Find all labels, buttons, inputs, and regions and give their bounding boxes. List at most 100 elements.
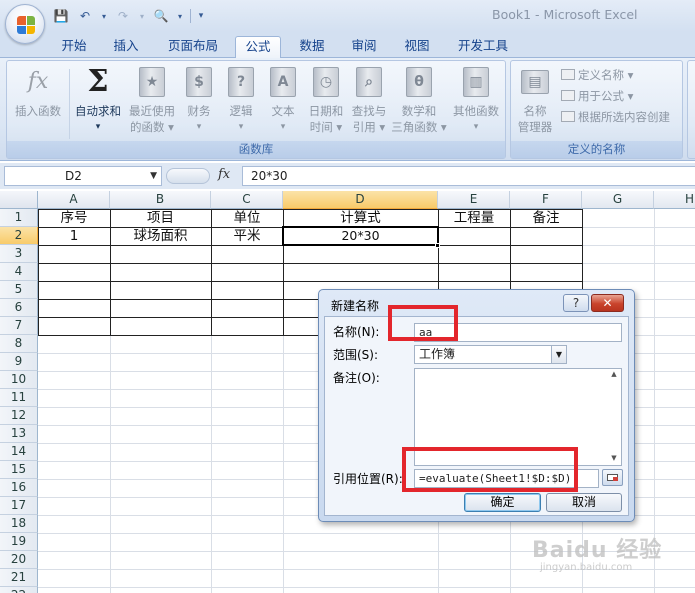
tab-developer[interactable]: 开发工具 bbox=[448, 36, 518, 58]
row-header-14[interactable]: 14 bbox=[0, 443, 38, 461]
tab-formulas[interactable]: 公式 bbox=[235, 36, 281, 58]
row-header-2[interactable]: 2 bbox=[0, 227, 38, 245]
undo-dropdown-icon[interactable]: ▾ bbox=[100, 7, 108, 25]
tab-insert[interactable]: 插入 bbox=[104, 36, 148, 58]
text-button[interactable]: A 文本 ▾ bbox=[263, 65, 303, 135]
print-preview-icon[interactable]: 🔍 bbox=[152, 7, 170, 25]
create-from-selection-button[interactable]: 根据所选内容创建 bbox=[561, 109, 670, 125]
select-all-corner[interactable] bbox=[0, 191, 38, 209]
scroll-up-icon[interactable]: ▲ bbox=[608, 370, 620, 380]
row-header-17[interactable]: 17 bbox=[0, 497, 38, 515]
insert-function-fx-button[interactable]: fx bbox=[218, 167, 230, 182]
tab-review[interactable]: 审阅 bbox=[342, 36, 386, 58]
cell-a2[interactable]: 1 bbox=[38, 227, 110, 245]
name-box[interactable]: D2 ▼ bbox=[4, 166, 162, 186]
name-box-dropdown-icon[interactable]: ▼ bbox=[150, 167, 157, 185]
cell-e1[interactable]: 工程量 bbox=[438, 209, 510, 227]
fill-handle[interactable] bbox=[435, 243, 440, 248]
group-defined-names: ▤ 名称 管理器 定义名称 ▾ 用于公式 ▾ 根据所选内容创建 定义的名称 bbox=[510, 60, 683, 159]
row-header-22[interactable]: 22 bbox=[0, 587, 38, 593]
row-header-10[interactable]: 10 bbox=[0, 371, 38, 389]
row-header-3[interactable]: 3 bbox=[0, 245, 38, 263]
row-header-21[interactable]: 21 bbox=[0, 569, 38, 587]
help-button[interactable]: ? bbox=[563, 294, 589, 312]
cell-b2[interactable]: 球场面积 bbox=[110, 227, 211, 245]
column-header-e[interactable]: E bbox=[438, 191, 510, 209]
row-header-5[interactable]: 5 bbox=[0, 281, 38, 299]
column-header-g[interactable]: G bbox=[582, 191, 654, 209]
chevron-down-icon[interactable]: ▼ bbox=[551, 346, 566, 363]
cell-f2[interactable] bbox=[510, 227, 582, 245]
name-manager-button[interactable]: ▤ 名称 管理器 bbox=[513, 65, 557, 135]
tab-page-layout[interactable]: 页面布局 bbox=[158, 36, 228, 58]
redo-icon[interactable]: ↷ bbox=[114, 7, 132, 25]
financial-book-icon: $ bbox=[186, 67, 212, 97]
cell-e2[interactable] bbox=[438, 227, 510, 245]
cell-d1[interactable]: 计算式 bbox=[283, 209, 438, 227]
undo-icon[interactable]: ↶ bbox=[76, 7, 94, 25]
cell-b1[interactable]: 项目 bbox=[110, 209, 211, 227]
row-header-15[interactable]: 15 bbox=[0, 461, 38, 479]
cancel-button[interactable]: 取消 bbox=[546, 493, 622, 512]
defined-names-label: 定义的名称 bbox=[511, 141, 682, 158]
range-select-icon-accent bbox=[613, 477, 618, 481]
highlight-refers-to-field bbox=[402, 447, 578, 492]
tab-view[interactable]: 视图 bbox=[395, 36, 439, 58]
cell-f1[interactable]: 备注 bbox=[510, 209, 582, 227]
cell-c1[interactable]: 单位 bbox=[211, 209, 283, 227]
row-header-16[interactable]: 16 bbox=[0, 479, 38, 497]
logical-button[interactable]: ? 逻辑 ▾ bbox=[221, 65, 261, 135]
financial-button[interactable]: $ 财务 ▾ bbox=[179, 65, 219, 135]
dialog-title: 新建名称 bbox=[331, 299, 380, 313]
group-separator bbox=[69, 69, 70, 139]
date-time-button[interactable]: ◷ 日期和 时间 ▾ bbox=[305, 65, 347, 135]
row-header-6[interactable]: 6 bbox=[0, 299, 38, 317]
lookup-reference-button[interactable]: ⌕ 查找与 引用 ▾ bbox=[347, 65, 391, 135]
row-header-11[interactable]: 11 bbox=[0, 389, 38, 407]
scope-select[interactable]: 工作簿 ▼ bbox=[414, 345, 567, 364]
ribbon: fx 插入函数 Σ 自动求和 ▾ ★ 最近使用 的函数 ▾ $ 财务 ▾ ? 逻… bbox=[0, 58, 695, 161]
insert-function-button[interactable]: fx 插入函数 bbox=[9, 65, 67, 119]
office-button[interactable] bbox=[5, 4, 45, 44]
cell-c2[interactable]: 平米 bbox=[211, 227, 283, 245]
recently-used-button[interactable]: ★ 最近使用 的函数 ▾ bbox=[125, 65, 179, 135]
autosum-button[interactable]: Σ 自动求和 ▾ bbox=[71, 65, 125, 135]
row-header-12[interactable]: 12 bbox=[0, 407, 38, 425]
column-header-d[interactable]: D bbox=[283, 191, 438, 209]
row-header-1[interactable]: 1 bbox=[0, 209, 38, 227]
row-header-20[interactable]: 20 bbox=[0, 551, 38, 569]
scroll-down-icon[interactable]: ▼ bbox=[608, 454, 620, 464]
print-preview-dropdown-icon[interactable]: ▾ bbox=[176, 7, 184, 25]
column-header-f[interactable]: F bbox=[510, 191, 582, 209]
tab-data[interactable]: 数据 bbox=[290, 36, 334, 58]
ok-button[interactable]: 确定 bbox=[464, 493, 541, 512]
table-border bbox=[38, 281, 582, 282]
customize-qat-icon[interactable]: ▾ bbox=[197, 7, 205, 25]
cell-a1[interactable]: 序号 bbox=[38, 209, 110, 227]
row-header-18[interactable]: 18 bbox=[0, 515, 38, 533]
row-header-8[interactable]: 8 bbox=[0, 335, 38, 353]
column-header-b[interactable]: B bbox=[110, 191, 211, 209]
more-functions-button[interactable]: ▥ 其他函数 ▾ bbox=[449, 65, 503, 135]
formula-input[interactable]: 20*30 bbox=[242, 166, 695, 186]
column-header-c[interactable]: C bbox=[211, 191, 283, 209]
column-header-h[interactable]: H bbox=[654, 191, 695, 209]
title-bar: 💾 ↶ ▾ ↷ ▾ 🔍 ▾ ▾ Book1 - Microsoft Excel bbox=[0, 0, 695, 32]
define-name-button[interactable]: 定义名称 ▾ bbox=[561, 67, 633, 83]
column-header-a[interactable]: A bbox=[38, 191, 110, 209]
row-header-13[interactable]: 13 bbox=[0, 425, 38, 443]
redo-dropdown-icon[interactable]: ▾ bbox=[138, 7, 146, 25]
collapse-dialog-icon[interactable] bbox=[602, 469, 623, 486]
tab-home[interactable]: 开始 bbox=[52, 36, 96, 58]
office-logo-icon bbox=[17, 16, 35, 34]
math-trig-button[interactable]: θ 数学和 三角函数 ▾ bbox=[391, 65, 447, 135]
use-in-formula-button[interactable]: 用于公式 ▾ bbox=[561, 88, 633, 104]
row-header-4[interactable]: 4 bbox=[0, 263, 38, 281]
save-icon[interactable]: 💾 bbox=[52, 7, 70, 25]
row-header-7[interactable]: 7 bbox=[0, 317, 38, 335]
row-header-19[interactable]: 19 bbox=[0, 533, 38, 551]
table-border bbox=[38, 263, 582, 264]
row-header-9[interactable]: 9 bbox=[0, 353, 38, 371]
formula-bar-resize-handle[interactable] bbox=[166, 168, 210, 184]
close-button[interactable]: ✕ bbox=[591, 294, 624, 312]
